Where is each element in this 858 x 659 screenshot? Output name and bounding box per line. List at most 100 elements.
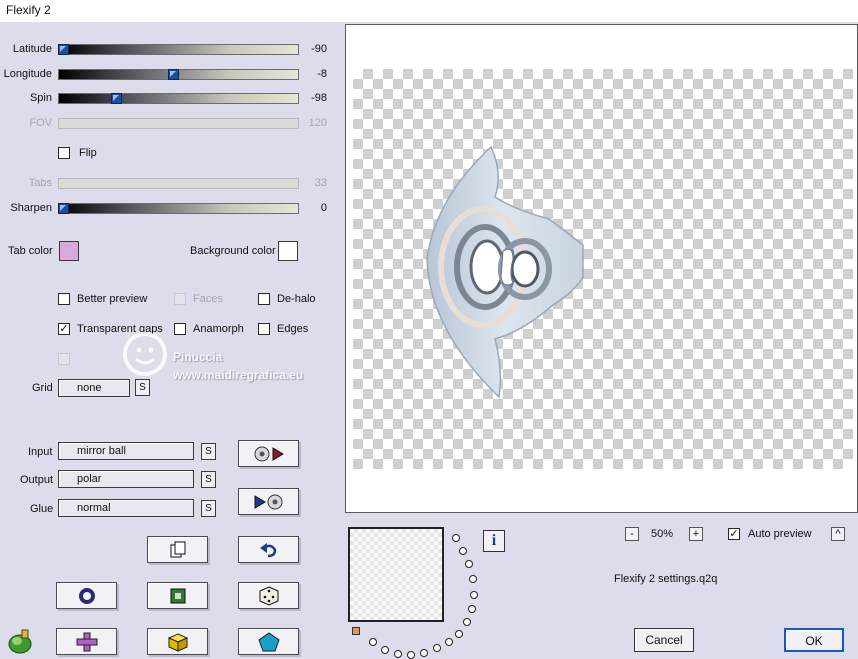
square-shape-button[interactable]	[147, 582, 208, 609]
frame-dot[interactable]	[369, 638, 377, 646]
longitude-label: Longitude	[3, 68, 52, 80]
latitude-value: -90	[311, 43, 327, 55]
hidden-option-checkbox	[58, 353, 70, 365]
background-color-swatch[interactable]	[278, 241, 298, 261]
preview-canvas[interactable]	[353, 69, 853, 469]
frame-dot[interactable]	[465, 560, 473, 568]
latitude-slider-thumb[interactable]	[58, 44, 69, 55]
cross-icon	[76, 632, 97, 651]
sphere-to-flat-button[interactable]	[238, 440, 299, 467]
frame-dot[interactable]	[470, 591, 478, 599]
ok-button[interactable]: OK	[784, 628, 844, 652]
pentagon-icon	[257, 631, 280, 651]
frame-dot[interactable]	[394, 650, 402, 658]
spin-slider-thumb[interactable]	[110, 93, 122, 104]
input-dropdown[interactable]: mirror ball	[58, 442, 194, 460]
sharpen-slider-thumb[interactable]	[58, 203, 69, 214]
fov-slider	[58, 118, 299, 129]
copy-icon	[170, 541, 185, 557]
grid-dropdown[interactable]: none	[58, 379, 130, 397]
title-bar: Flexify 2	[0, 0, 858, 22]
square-icon	[170, 588, 185, 603]
output-dropdown[interactable]: polar	[58, 470, 194, 488]
random-button[interactable]	[238, 582, 299, 609]
frame-dot[interactable]	[459, 547, 467, 555]
fov-label: FOV	[29, 117, 52, 129]
faces-label: Faces	[193, 293, 223, 305]
latitude-label: Latitude	[12, 43, 52, 55]
sharpen-label: Sharpen	[10, 202, 52, 214]
frame-marker[interactable]	[352, 627, 360, 635]
longitude-slider-thumb[interactable]	[168, 69, 180, 80]
glue-dropdown[interactable]: normal	[58, 499, 194, 517]
navigator-thumbnail[interactable]	[348, 527, 444, 622]
watermark-logo	[123, 332, 167, 376]
frame-dot[interactable]	[407, 651, 415, 659]
ring-icon	[78, 587, 95, 604]
frame-dot[interactable]	[463, 618, 471, 626]
auto-preview-checkbox[interactable]: ✓	[728, 528, 740, 540]
output-s-button[interactable]: S	[201, 471, 216, 488]
grid-label: Grid	[32, 382, 53, 394]
ring-shape-button[interactable]	[56, 582, 117, 609]
undo-button[interactable]	[238, 536, 299, 563]
dehalo-label: De-halo	[277, 293, 316, 305]
fov-value: 120	[308, 117, 327, 129]
frame-dot[interactable]	[452, 534, 460, 542]
background-color-label: Background color	[190, 245, 276, 257]
anamorph-checkbox[interactable]	[174, 323, 186, 335]
glue-s-button[interactable]: S	[201, 500, 216, 517]
auto-preview-label: Auto preview	[748, 528, 812, 540]
frame-dot[interactable]	[469, 575, 477, 583]
watermark-name: Pinuccia	[173, 350, 223, 364]
cancel-button[interactable]: Cancel	[634, 628, 694, 652]
faces-checkbox	[174, 293, 186, 305]
spin-label: Spin	[29, 92, 52, 104]
edges-checkbox[interactable]	[258, 323, 270, 335]
transparent-gaps-checkbox[interactable]: ✓	[58, 323, 70, 335]
frame-dot[interactable]	[445, 638, 453, 646]
frame-dot[interactable]	[433, 644, 441, 652]
input-s-button[interactable]: S	[201, 443, 216, 460]
sharpen-slider[interactable]	[58, 203, 299, 214]
better-preview-checkbox[interactable]	[58, 293, 70, 305]
flat-to-sphere-button[interactable]	[238, 488, 299, 515]
dehalo-checkbox[interactable]	[258, 293, 270, 305]
sharpen-value: 0	[320, 202, 327, 214]
info-button[interactable]: i	[483, 530, 505, 552]
expand-button[interactable]: ^	[831, 527, 845, 541]
edges-label: Edges	[277, 323, 309, 335]
settings-filename: Flexify 2 settings.q2q	[614, 573, 718, 585]
zoom-out-button[interactable]: -	[625, 527, 639, 541]
preview-image	[426, 145, 584, 399]
pentagon-shape-button[interactable]	[238, 628, 299, 655]
undo-icon	[259, 542, 276, 557]
zoom-in-button[interactable]: +	[689, 527, 703, 541]
watermark-url: www.maidiregrafica.eu	[173, 368, 304, 382]
spin-slider[interactable]	[58, 93, 299, 104]
tabs-label: Tabs	[28, 177, 52, 189]
frame-dot[interactable]	[468, 605, 476, 613]
tab-color-swatch[interactable]	[59, 241, 79, 261]
latitude-slider[interactable]	[58, 44, 299, 55]
cross-shape-button[interactable]	[56, 628, 117, 655]
better-preview-label: Better preview	[77, 293, 148, 305]
grid-s-button[interactable]: S	[135, 379, 150, 396]
cube-shape-button[interactable]	[147, 628, 208, 655]
dice-icon	[259, 585, 278, 606]
flat-to-sphere-icon	[254, 494, 282, 509]
sphere-to-flat-icon	[254, 446, 284, 461]
cube-icon	[167, 632, 188, 652]
frame-dot[interactable]	[455, 630, 463, 638]
spin-value: -98	[311, 92, 327, 104]
frame-dot[interactable]	[420, 649, 428, 657]
window-title: Flexify 2	[6, 3, 51, 17]
longitude-value: -8	[317, 68, 327, 80]
tabs-slider	[58, 178, 299, 189]
tab-color-label: Tab color	[8, 245, 53, 257]
copy-button[interactable]	[147, 536, 208, 563]
output-label: Output	[20, 474, 54, 486]
glue-label: Glue	[30, 503, 54, 515]
flip-checkbox[interactable]	[58, 147, 70, 159]
frame-dot[interactable]	[381, 646, 389, 654]
